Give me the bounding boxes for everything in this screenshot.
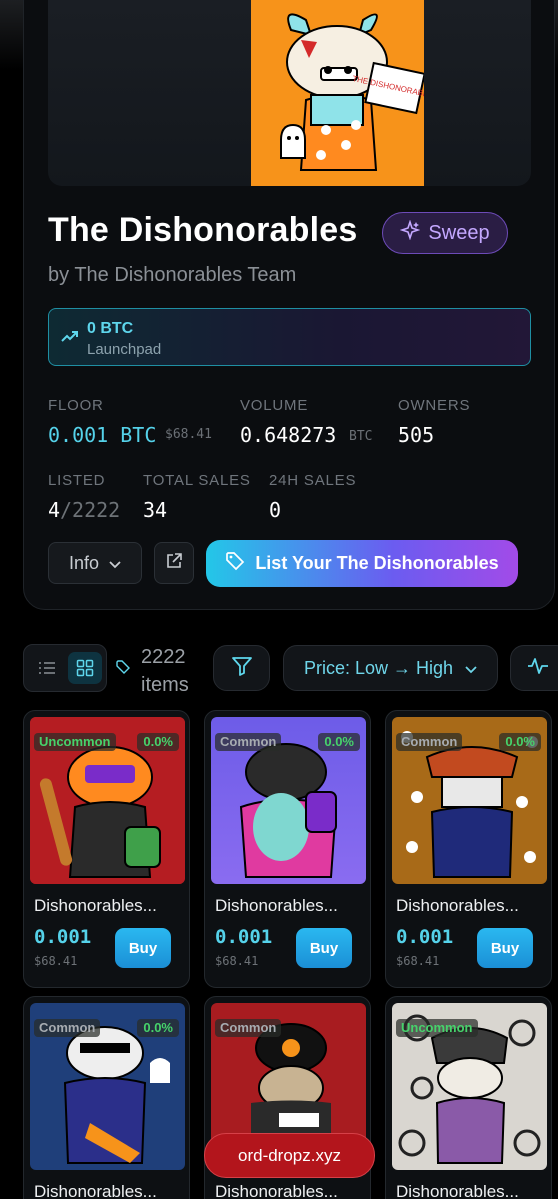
external-link-icon	[165, 552, 183, 575]
floor-usd: $68.41	[165, 427, 212, 442]
item-count-value: 2222	[141, 646, 186, 668]
nft-card[interactable]: Common 0.0% Dishonorables...	[23, 996, 190, 1199]
sales-24h-label: 24H SALES	[269, 472, 357, 489]
nft-price: 0.001	[215, 926, 273, 948]
listed-value: 4	[48, 498, 61, 522]
rarity-badge: Common	[215, 733, 282, 751]
view-toggle	[23, 644, 107, 692]
trending-up-icon	[61, 329, 79, 348]
sweep-button[interactable]: Sweep	[382, 212, 508, 254]
nft-card[interactable]: Common 0.0% Dishonorables... 0.001 $68.4…	[204, 710, 371, 988]
owners-value: 505	[398, 423, 435, 447]
list-view-icon[interactable]	[32, 653, 62, 683]
listed-total: /2222	[60, 498, 121, 522]
volume-label: VOLUME	[240, 397, 309, 414]
chevron-down-icon	[109, 553, 121, 574]
rarity-badge: Common	[34, 1019, 101, 1037]
collection-byline: by The Dishonorables Team	[48, 264, 297, 286]
rarity-badge: Common	[396, 733, 463, 751]
nft-card[interactable]: Uncommon 0.0% Dishonorables... 0.001 $68…	[23, 710, 190, 988]
rarity-badge: Common	[215, 1019, 282, 1037]
sort-dropdown[interactable]: Price: Low → High	[283, 645, 498, 691]
launchpad-banner[interactable]: 0 BTC Launchpad	[48, 308, 531, 366]
info-dropdown-button[interactable]: Info	[48, 542, 142, 584]
buy-button[interactable]: Buy	[296, 928, 352, 968]
filter-icon	[231, 656, 253, 681]
percent-badge: 0.0%	[137, 1019, 179, 1037]
nft-name: Dishonorables...	[34, 1182, 157, 1199]
nft-price-usd: $68.41	[34, 954, 78, 968]
nft-name: Dishonorables...	[34, 896, 157, 915]
chevron-down-icon	[465, 658, 477, 679]
owners-label: OWNERS	[398, 397, 471, 414]
nft-name: Dishonorables...	[215, 1182, 338, 1199]
items-tag-icon	[116, 660, 130, 679]
nft-price: 0.001	[34, 926, 92, 948]
grid-view-icon[interactable]	[68, 652, 102, 684]
filter-button[interactable]	[213, 645, 270, 691]
floor-label: FLOOR	[48, 397, 104, 414]
sweep-label: Sweep	[428, 221, 490, 244]
activity-button[interactable]	[510, 645, 558, 691]
nft-price-usd: $68.41	[215, 954, 259, 968]
info-label: Info	[68, 552, 100, 573]
collection-banner: THE DISHONORABLES	[48, 0, 531, 186]
buy-button[interactable]: Buy	[115, 928, 171, 968]
sales-24h-value: 0	[269, 498, 282, 522]
nft-name: Dishonorables...	[396, 1182, 519, 1199]
sparkle-icon	[399, 219, 421, 246]
list-item-label: List Your The Dishonorables	[255, 553, 499, 573]
volume-value: 0.648273	[240, 423, 337, 447]
percent-badge: 0.0%	[499, 733, 541, 751]
activity-icon	[527, 657, 549, 680]
percent-badge: 0.0%	[318, 733, 360, 751]
rarity-badge: Uncommon	[396, 1019, 478, 1037]
nft-price: 0.001	[396, 926, 454, 948]
buy-button[interactable]: Buy	[477, 928, 533, 968]
collection-cover-image: THE DISHONORABLES	[251, 0, 424, 186]
nft-name: Dishonorables...	[396, 896, 519, 915]
external-link-button[interactable]	[154, 542, 194, 584]
listed-label: LISTED	[48, 472, 106, 489]
percent-badge: 0.0%	[137, 733, 179, 751]
volume-unit: BTC	[349, 429, 373, 444]
total-sales-label: TOTAL SALES	[143, 472, 251, 489]
rarity-badge: Uncommon	[34, 733, 116, 751]
nft-card[interactable]: Common 0.0% Dishonorables... 0.001 $68.4…	[385, 710, 552, 988]
list-item-button[interactable]: List Your The Dishonorables	[206, 540, 518, 587]
nft-price-usd: $68.41	[396, 954, 440, 968]
launchpad-label: Launchpad	[87, 341, 162, 358]
floor-value: 0.001 BTC	[48, 423, 157, 447]
item-count: 2222 items	[141, 643, 189, 699]
sort-label: Price: Low → High	[303, 657, 454, 678]
total-sales-value: 34	[143, 498, 168, 522]
launchpad-amount: 0 BTC	[87, 320, 134, 337]
tag-icon	[225, 551, 245, 576]
watermark-badge: ord-dropz.xyz	[204, 1133, 375, 1178]
nft-card[interactable]: Uncommon Dishonorables...	[385, 996, 552, 1199]
collection-title: The Dishonorables	[48, 211, 358, 249]
item-count-unit: items	[141, 674, 189, 696]
nft-name: Dishonorables...	[215, 896, 338, 915]
